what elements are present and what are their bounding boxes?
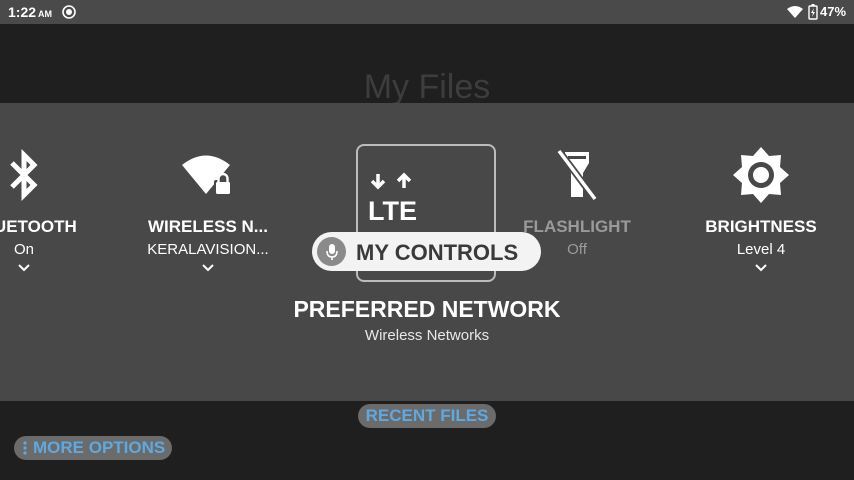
recent-files-button[interactable]: RECENT FILES <box>358 404 496 428</box>
wifi-locked-icon <box>182 155 232 194</box>
microphone-icon <box>317 237 346 266</box>
more-vertical-icon <box>23 441 27 455</box>
tile-value: KERALAVISION... <box>147 241 269 258</box>
chevron-down-icon[interactable] <box>201 263 215 273</box>
more-options-label: MORE OPTIONS <box>33 438 166 457</box>
clock-time: 1:22 <box>8 4 37 20</box>
chevron-down-icon[interactable] <box>754 263 768 273</box>
battery-percent: 47% <box>820 4 847 19</box>
tile-label: WIRELESS N... <box>148 217 268 236</box>
notification-icon <box>62 5 76 19</box>
page-title: My Files <box>363 68 491 106</box>
tile-label: BLUETOOTH <box>0 217 77 236</box>
clock-ampm: AM <box>38 9 53 19</box>
selected-tile-label: PREFERRED NETWORK <box>293 296 561 322</box>
bluetooth-icon <box>10 148 38 202</box>
tile-value: On <box>13 241 34 258</box>
brightness-icon <box>733 147 789 203</box>
more-options-button[interactable]: MORE OPTIONS <box>14 436 172 460</box>
wifi-status-icon <box>787 6 803 18</box>
selected-tile-value: Wireless Networks <box>364 327 490 344</box>
flashlight-off-icon <box>556 149 598 201</box>
my-controls-voice-pill[interactable]: MY CONTROLS <box>312 232 541 271</box>
my-controls-label: MY CONTROLS <box>356 240 519 265</box>
tile-value: Level 4 <box>736 241 786 258</box>
battery-charging-icon <box>808 4 818 20</box>
clock: 1:22 AM <box>8 4 52 20</box>
status-bar: 1:22 AM 47% <box>0 0 854 24</box>
chevron-down-icon[interactable] <box>17 263 31 273</box>
tile-label: BRIGHTNESS <box>705 217 817 236</box>
